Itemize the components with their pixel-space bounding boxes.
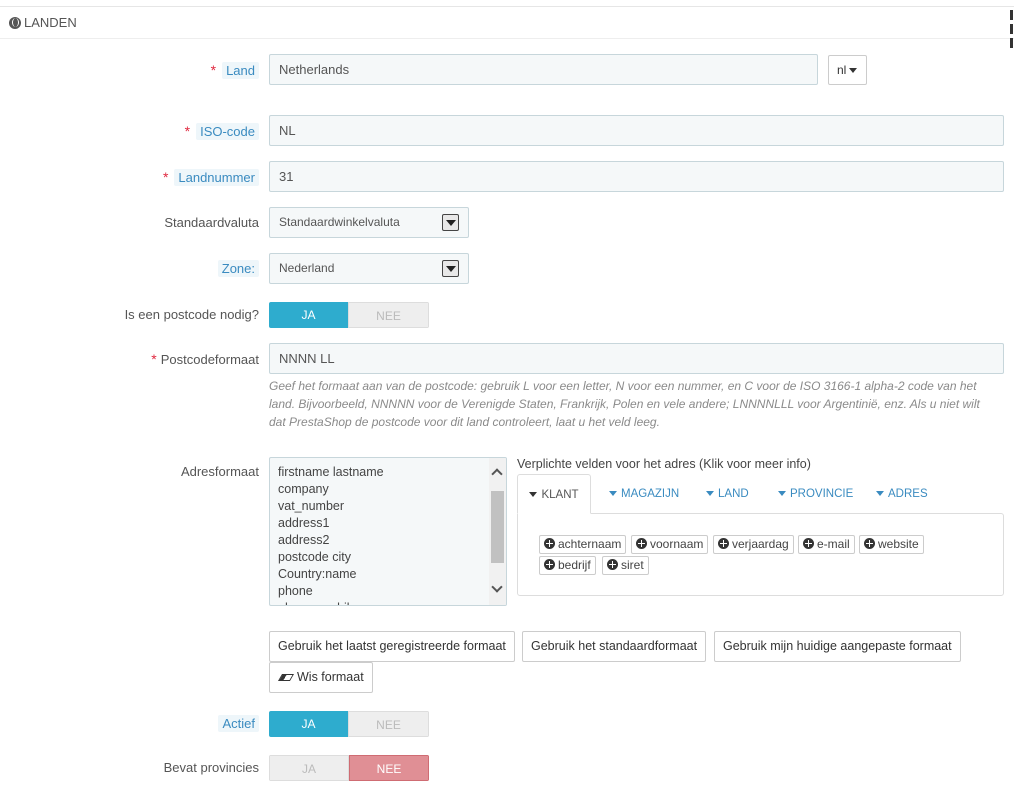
address-line: vat_number [278,499,345,513]
landnummer-label: * Landnummer [163,166,259,188]
plus-circle-icon [544,559,555,570]
adresformaat-label: Adresformaat [180,464,259,479]
chip-website[interactable]: website [859,535,924,554]
provincies-toggle[interactable]: JA NEE [269,755,429,781]
plus-circle-icon [607,559,618,570]
dropdown-arrow-icon [442,214,459,231]
plus-circle-icon [864,538,875,549]
chip-achternaam[interactable]: achternaam [539,535,627,554]
actief-label: Actief [218,713,259,735]
iso-label: * ISO-code [185,120,259,142]
use-default-format-button[interactable]: Gebruik het standaardformaat [522,631,707,662]
dropdown-arrow-icon [442,260,459,277]
plus-circle-icon [544,538,555,549]
address-line: postcode city [278,550,351,564]
caret-down-icon [876,491,884,497]
caret-down-icon [706,491,714,497]
panel-title: LANDEN [24,15,77,30]
tab-provincie[interactable]: PROVINCIE [778,474,853,514]
provincies-label: Bevat provincies [163,760,259,775]
chip-verjaardag[interactable]: verjaardag [713,535,794,554]
postcodeformaat-help: Geef het formaat aan van de postcode: ge… [269,379,980,429]
chip-email[interactable]: e-mail [798,535,855,554]
chip-voornaam[interactable]: voornaam [631,535,709,554]
postcode-required-label: Is een postcode nodig? [124,307,259,322]
plus-circle-icon [803,538,814,549]
adresformaat-textarea[interactable]: firstname lastname company vat_number ad… [269,457,507,606]
address-line: address2 [278,533,330,547]
zone-label: Zone: [217,258,259,280]
land-label: * Land [211,59,259,81]
scroll-up-icon[interactable] [491,468,503,480]
address-line: firstname lastname [278,465,384,479]
address-line: company [278,482,329,496]
chip-siret[interactable]: siret [602,556,649,575]
plus-circle-icon [718,538,729,549]
tab-land[interactable]: LAND [706,474,749,514]
toggle-yes[interactable]: JA [269,302,348,328]
plus-circle-icon [636,538,647,549]
actief-toggle[interactable]: JA NEE [269,711,429,737]
address-line: phone_mobile [278,600,506,605]
eraser-icon [277,674,295,681]
postcodeformaat-input[interactable]: NNNN LL [269,343,1004,374]
toggle-yes[interactable]: JA [269,711,348,737]
postcodeformaat-label: * Postcodeformaat [151,351,259,367]
required-fields-tabs: KLANT MAGAZIJN LAND PROVINCIE ADRES [517,474,1004,514]
toggle-yes[interactable]: JA [269,755,349,781]
scroll-thumb[interactable] [491,491,504,563]
caret-down-icon [609,491,617,497]
valuta-select[interactable]: Standaardwinkelvaluta [269,207,469,238]
required-fields-title: Verplichte velden voor het adres (Klik v… [517,457,811,471]
use-last-format-button[interactable]: Gebruik het laatst geregistreerde formaa… [269,631,515,662]
zone-select[interactable]: Nederland [269,253,469,284]
required-fields-panel: achternaam voornaam verjaardag e-mail we… [517,513,1004,596]
address-line: Country:name [278,567,357,581]
address-line: phone [278,584,313,598]
valuta-label: Standaardvaluta [164,215,259,230]
toggle-no[interactable]: NEE [349,755,429,781]
caret-down-icon [849,68,858,74]
panel-heading: LANDEN [0,6,1014,39]
clear-format-button[interactable]: Wis formaat [269,662,373,693]
caret-down-icon [529,492,538,498]
tab-magazijn[interactable]: MAGAZIJN [609,474,679,514]
tab-adres[interactable]: ADRES [876,474,928,514]
toggle-no[interactable]: NEE [348,711,429,737]
toggle-no[interactable]: NEE [348,302,429,328]
chip-bedrijf[interactable]: bedrijf [539,556,596,575]
globe-icon [9,16,21,29]
use-custom-format-button[interactable]: Gebruik mijn huidige aangepaste formaat [714,631,961,662]
caret-down-icon [778,491,786,497]
landnummer-input[interactable]: 31 [269,161,1004,192]
language-dropdown[interactable]: nl [828,55,867,85]
scroll-indicator [1010,10,1014,58]
iso-input[interactable]: NL [269,115,1004,146]
address-line: address1 [278,516,330,530]
postcode-required-toggle[interactable]: JA NEE [269,302,429,328]
tab-klant[interactable]: KLANT [517,474,591,514]
textarea-scrollbar[interactable] [489,458,506,605]
scroll-down-icon[interactable] [491,581,503,593]
land-input[interactable]: Netherlands [269,54,818,85]
